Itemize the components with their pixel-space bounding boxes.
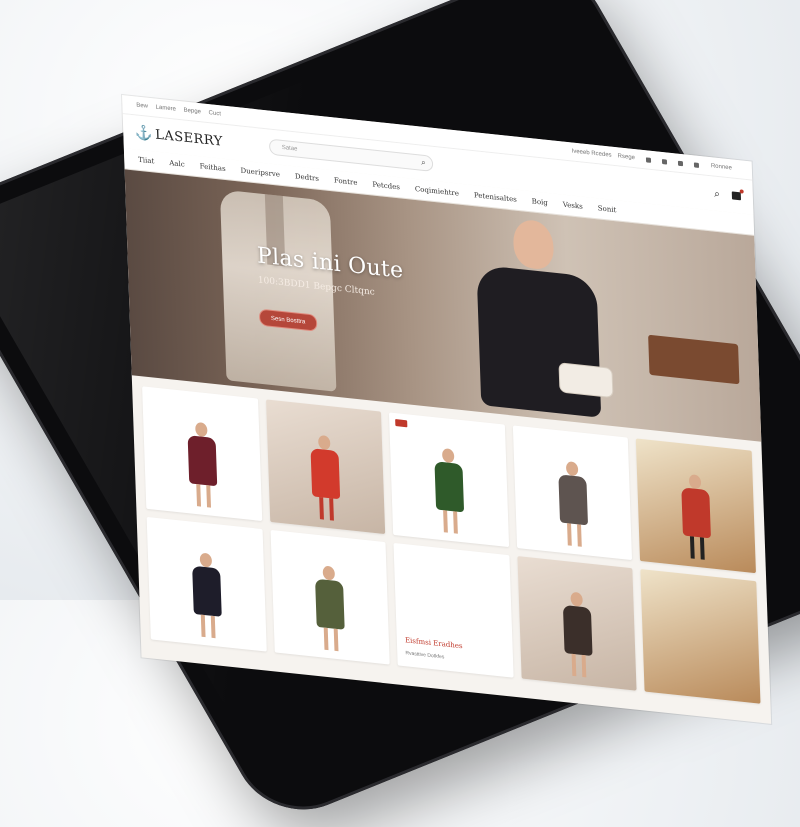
top-link[interactable]: Bew (136, 103, 148, 110)
top-link[interactable]: Bepge (184, 108, 202, 116)
top-right-link[interactable]: Iveeeb Rcedes (572, 148, 612, 158)
product-image (307, 434, 344, 524)
model-handbag (559, 363, 613, 397)
social-icon[interactable] (661, 158, 668, 165)
top-links: Bew Lamere Bepge Cuct (136, 103, 227, 119)
search-input[interactable]: Satae (276, 144, 422, 165)
product-image (188, 551, 225, 641)
utility-link[interactable]: Ronnee (711, 163, 732, 171)
product-card[interactable] (636, 438, 756, 574)
product-image (559, 590, 596, 680)
social-icon[interactable] (677, 160, 684, 166)
product-image (431, 447, 468, 537)
product-image (554, 460, 591, 550)
nav-item[interactable]: Dueripsrve (240, 167, 280, 179)
product-card[interactable] (146, 516, 267, 652)
header-icons: ⌕ (714, 188, 742, 202)
anchor-icon: ⚓ (134, 124, 154, 143)
logo-text: LASERRY (154, 126, 224, 150)
nav-item[interactable]: Tiiat (138, 156, 154, 166)
hero-model-image (455, 211, 642, 432)
social-icon[interactable] (693, 161, 700, 168)
top-right-link[interactable]: Rsege (618, 153, 636, 161)
nav-item[interactable]: Aalc (169, 159, 185, 169)
sale-badge (395, 419, 408, 428)
product-image (678, 473, 715, 563)
site-logo[interactable]: ⚓ LASERRY (135, 124, 223, 149)
cart-icon[interactable] (731, 191, 742, 201)
nav-item[interactable]: Vesks (563, 201, 583, 211)
product-card[interactable] (142, 386, 262, 522)
hero-furniture-image (648, 334, 740, 385)
social-icon[interactable] (645, 156, 652, 163)
product-card[interactable] (512, 425, 633, 561)
nav-item[interactable]: Sonit (598, 204, 617, 214)
model-head (512, 218, 555, 271)
product-card[interactable] (389, 412, 509, 548)
search-icon[interactable]: ⌕ (421, 158, 426, 169)
product-card[interactable] (640, 569, 761, 704)
nav-item[interactable]: Coqimiehtre (415, 185, 459, 198)
nav-item[interactable]: Fontre (334, 176, 358, 187)
product-card[interactable] (270, 529, 390, 665)
nav-item[interactable]: Dedtrs (295, 172, 319, 183)
promo-subtitle: Rvasttive Dotkfes (405, 650, 445, 661)
nav-item[interactable]: Feithas (200, 162, 226, 173)
product-card[interactable] (265, 399, 386, 535)
model-dress (476, 264, 602, 418)
top-link[interactable]: Lamere (156, 105, 177, 113)
promo-card[interactable]: Eisfmsi Eradhes Rvasttive Dotkfes (393, 542, 514, 678)
product-card[interactable] (517, 555, 637, 691)
nav-item[interactable]: Petcdes (372, 180, 400, 191)
search-icon[interactable]: ⌕ (714, 188, 720, 200)
nav-item[interactable]: Petenisaltes (474, 191, 517, 204)
product-image (312, 564, 349, 654)
product-image (184, 421, 221, 511)
nav-item[interactable]: Boig (532, 197, 548, 207)
top-link[interactable]: Cuct (209, 110, 222, 117)
website-screen: Bew Lamere Bepge Cuct Iveeeb Rcedes Rseg… (122, 95, 772, 724)
